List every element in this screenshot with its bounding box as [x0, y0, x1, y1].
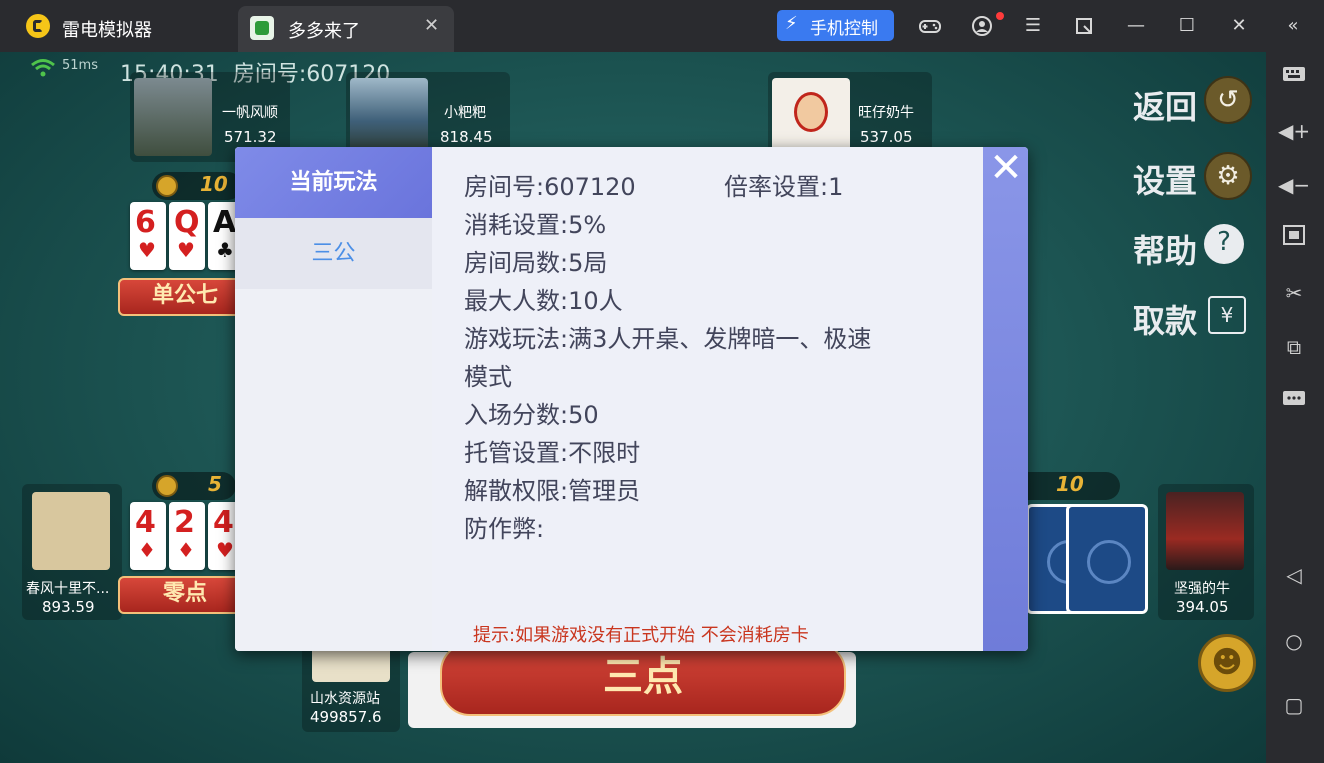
- player-name: 旺仔奶牛: [858, 105, 914, 121]
- info-anti-cheat: 防作弊:: [464, 515, 545, 543]
- rules-dialog: 当前玩法 三公 房间号:607120 倍率设置:1 消耗设置:5% 房间局数:5…: [235, 147, 1028, 651]
- info-consumption: 消耗设置:5%: [464, 211, 607, 239]
- player-name: 山水资源站: [310, 691, 380, 707]
- notification-dot: [996, 12, 1004, 20]
- emulator-logo-icon: [26, 14, 50, 38]
- gear-icon[interactable]: ⚙: [1204, 152, 1252, 200]
- wallet-icon[interactable]: ¥: [1208, 296, 1246, 334]
- back-button[interactable]: 返回: [1133, 82, 1197, 128]
- volume-up-icon[interactable]: ◀+: [1278, 116, 1310, 146]
- player-name: 春风十里不...: [26, 581, 110, 597]
- dialog-side-strip: ✕: [983, 147, 1028, 651]
- account-icon[interactable]: [970, 14, 994, 38]
- coin-icon: [156, 475, 178, 497]
- bet-badge: 10: [152, 172, 242, 200]
- playing-card: 6 ♥: [130, 202, 166, 270]
- avatar: [134, 78, 212, 156]
- app-tab-icon: [250, 16, 274, 40]
- bet-amount: 5: [208, 472, 222, 496]
- avatar: [1166, 492, 1244, 570]
- wifi-icon: [31, 59, 55, 77]
- close-icon[interactable]: ✕: [1227, 14, 1251, 38]
- player-score: 571.32: [224, 128, 277, 146]
- cut-icon[interactable]: ✂: [1278, 278, 1310, 308]
- hand-result-ribbon: 单公七: [118, 278, 252, 316]
- info-auto-play: 托管设置:不限时: [464, 439, 641, 467]
- bet-amount: 10: [200, 172, 228, 196]
- player-score: 499857.6: [310, 708, 382, 726]
- latency-text: 51ms: [62, 58, 98, 73]
- player-seat[interactable]: 坚强的牛 394.05: [1158, 484, 1254, 620]
- player-score: 818.45: [440, 128, 493, 146]
- help-icon[interactable]: ?: [1204, 224, 1244, 264]
- info-dissolve: 解散权限:管理员: [464, 477, 641, 505]
- phone-control-button[interactable]: ⚡ 手机控制: [777, 10, 894, 41]
- multi-window-icon[interactable]: ⧉: [1278, 332, 1310, 362]
- player-score: 394.05: [1176, 598, 1229, 616]
- hand-result-ribbon: 零点: [118, 576, 252, 614]
- info-rules-line2: 模式: [464, 363, 512, 391]
- tab-current-rules[interactable]: 当前玩法: [235, 147, 432, 218]
- info-room-number: 房间号:607120: [464, 173, 636, 201]
- back-arrow-icon[interactable]: ↺: [1204, 76, 1252, 124]
- bolt-icon: ⚡: [785, 13, 798, 34]
- avatar: [772, 78, 850, 156]
- info-max-players: 最大人数:10人: [464, 287, 623, 315]
- gamepad-icon[interactable]: [918, 14, 942, 38]
- emulator-titlebar: 雷电模拟器 多多来了 ✕ ⚡ 手机控制 ☰ — ☐ ✕ «: [0, 0, 1324, 52]
- more-icon[interactable]: [1278, 386, 1310, 416]
- expand-icon[interactable]: [1072, 14, 1096, 38]
- settings-button[interactable]: 设置: [1133, 156, 1197, 202]
- emulator-app-name: 雷电模拟器: [62, 20, 152, 41]
- back-nav-icon[interactable]: ◁: [1278, 560, 1310, 590]
- volume-down-icon[interactable]: ◀−: [1278, 170, 1310, 200]
- app-tab-title: 多多来了: [288, 21, 360, 42]
- player-name: 小粑粑: [444, 105, 486, 121]
- tab-game-type[interactable]: 三公: [235, 218, 432, 289]
- app-tab[interactable]: 多多来了 ✕: [238, 6, 454, 52]
- playing-card: Q ♥: [169, 202, 205, 270]
- help-button[interactable]: 帮助: [1133, 226, 1197, 272]
- minimize-icon[interactable]: —: [1124, 14, 1148, 38]
- avatar: [32, 492, 110, 570]
- collapse-sidebar-icon[interactable]: «: [1281, 14, 1305, 38]
- player-score: 893.59: [42, 598, 95, 616]
- menu-icon[interactable]: ☰: [1021, 14, 1045, 38]
- player-name: 一帆风顺: [222, 105, 278, 121]
- bet-badge: 5: [152, 472, 236, 500]
- recents-nav-icon[interactable]: ▢: [1278, 690, 1310, 720]
- card-back: [1066, 504, 1148, 614]
- keyboard-icon[interactable]: [1278, 62, 1310, 92]
- playing-card: 4 ♦: [130, 502, 166, 570]
- bet-amount: 10: [1056, 472, 1084, 496]
- info-rounds: 房间局数:5局: [464, 249, 608, 277]
- player-name: 坚强的牛: [1174, 581, 1230, 597]
- emoji-button[interactable]: ☻: [1198, 634, 1256, 692]
- avatar: [350, 78, 428, 156]
- home-nav-icon[interactable]: ○: [1278, 626, 1310, 656]
- playing-card: 2 ♦: [169, 502, 205, 570]
- info-rules-line1: 游戏玩法:满3人开桌、发牌暗一、极速: [464, 325, 872, 353]
- withdraw-button[interactable]: 取款: [1133, 296, 1197, 342]
- info-entry-score: 入场分数:50: [464, 401, 599, 429]
- dialog-tip: 提示:如果游戏没有正式开始 不会消耗房卡: [473, 625, 809, 646]
- maximize-icon[interactable]: ☐: [1175, 14, 1199, 38]
- player-score: 537.05: [860, 128, 913, 146]
- info-multiplier: 倍率设置:1: [724, 173, 844, 201]
- dialog-tab-panel: 当前玩法 三公: [235, 147, 432, 651]
- phone-control-label: 手机控制: [810, 19, 878, 39]
- hand-result-ribbon: 三点: [440, 642, 846, 716]
- player-seat[interactable]: 春风十里不... 893.59: [22, 484, 122, 620]
- tab-close-icon[interactable]: ✕: [424, 15, 439, 36]
- coin-icon: [156, 175, 178, 197]
- screenshot-icon[interactable]: [1278, 224, 1310, 254]
- dialog-close-icon[interactable]: ✕: [987, 148, 1025, 188]
